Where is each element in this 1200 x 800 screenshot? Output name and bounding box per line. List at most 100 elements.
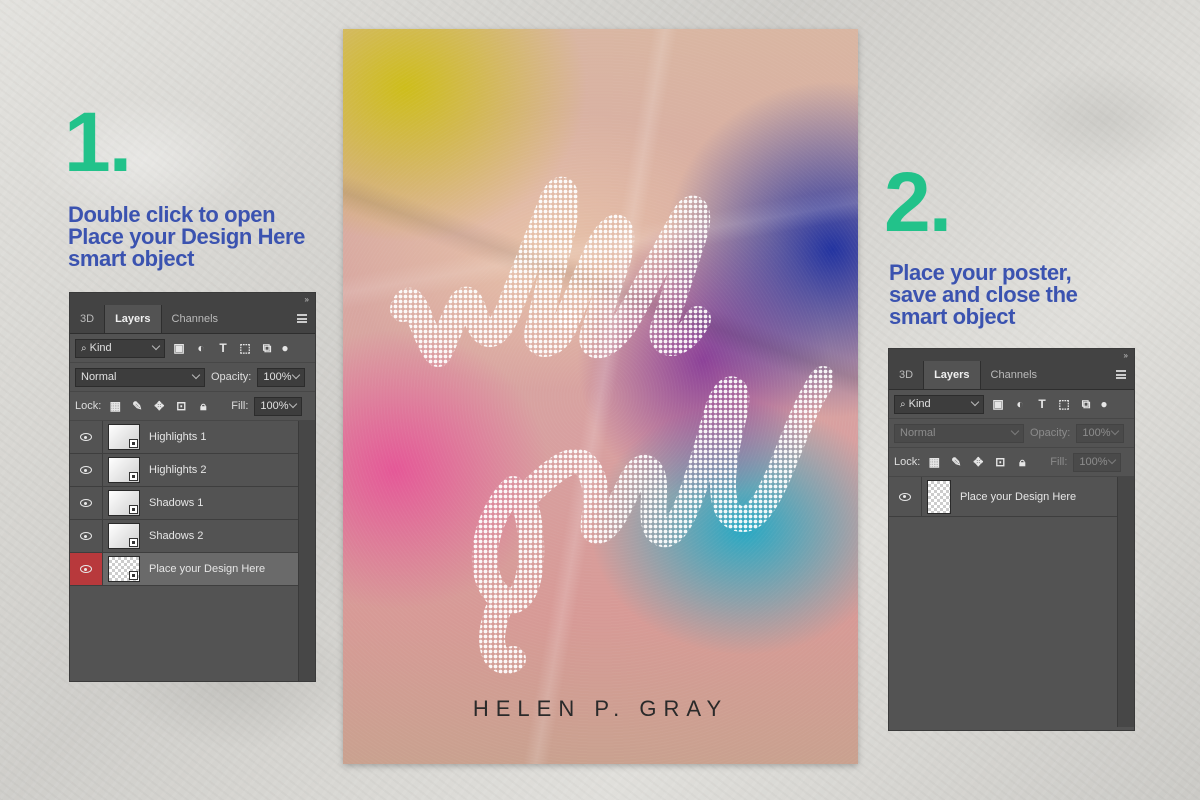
step-2-instructions: Place your poster, save and close the sm… (889, 260, 1078, 329)
lock-row: Lock: ▦ ✎ ✥ ⊡ 🔒︎ Fill: 100% (889, 448, 1134, 477)
lock-all-icon[interactable]: 🔒︎ (195, 398, 211, 414)
eye-icon (80, 532, 92, 540)
chevron-down-icon (1010, 426, 1020, 435)
eye-icon (80, 565, 92, 573)
blend-mode-select[interactable]: Normal (75, 367, 205, 387)
fill-value: 100% (260, 400, 289, 412)
smart-object-filter-icon[interactable]: ⧉ (1078, 396, 1094, 412)
lock-label: Lock: (894, 456, 921, 468)
lock-artboard-icon[interactable]: ⊡ (173, 398, 189, 414)
layer-row-selected[interactable]: Place your Design Here (70, 553, 298, 586)
layer-row[interactable]: Highlights 2 (70, 454, 298, 487)
lock-transparent-icon[interactable]: ▦ (107, 398, 123, 414)
filter-toggle-icon[interactable]: ● (1100, 396, 1108, 412)
fill-input[interactable]: 100% (1073, 452, 1122, 472)
shape-filter-icon[interactable]: ⬚ (1056, 396, 1072, 412)
layer-thumbnail (108, 424, 140, 450)
fill-value: 100% (1079, 456, 1108, 468)
layer-row[interactable]: Shadows 1 (70, 487, 298, 520)
layer-name: Highlights 2 (149, 464, 207, 476)
layer-row[interactable]: Shadows 2 (70, 520, 298, 553)
lock-transparent-icon[interactable]: ▦ (926, 454, 942, 470)
lock-move-icon[interactable]: ✥ (151, 398, 167, 414)
panel-collapse-bar[interactable]: » (70, 293, 315, 305)
layer-thumbnail (108, 523, 140, 549)
layer-thumbnail (108, 457, 140, 483)
tab-layers[interactable]: Layers (923, 361, 981, 389)
chevron-down-icon (1111, 426, 1120, 435)
visibility-toggle[interactable] (70, 421, 103, 453)
collapse-icon[interactable]: » (1124, 351, 1128, 360)
smart-object-filter-icon[interactable]: ⧉ (259, 340, 275, 356)
layers-scrollbar[interactable] (1117, 477, 1134, 727)
layer-thumbnail (927, 479, 951, 514)
filter-row: ⌕ Kind ▣ ◐ T ⬚ ⧉ ● (889, 390, 1134, 419)
fill-label: Fill: (231, 400, 249, 412)
i-dot (558, 309, 578, 329)
layers-list: Place your Design Here (889, 477, 1134, 727)
filter-kind-value: Kind (908, 398, 931, 410)
fill-label: Fill: (1050, 456, 1068, 468)
step-2-line: Place your poster, (889, 260, 1072, 285)
panel-menu-icon[interactable] (297, 314, 307, 323)
layers-scrollbar[interactable] (298, 421, 315, 681)
opacity-value: 100% (1082, 427, 1111, 439)
filter-kind-value: Kind (89, 342, 112, 354)
blend-mode-select[interactable]: Normal (894, 423, 1024, 443)
tab-3d[interactable]: 3D (70, 305, 104, 333)
visibility-toggle[interactable] (889, 477, 922, 516)
chevron-down-icon (289, 399, 298, 408)
tab-3d[interactable]: 3D (889, 361, 923, 389)
layer-name: Shadows 1 (149, 497, 204, 509)
visibility-toggle[interactable] (70, 454, 103, 486)
step-2-line: smart object (889, 304, 1016, 329)
panel-menu-icon[interactable] (1116, 370, 1126, 379)
layer-row[interactable]: Place your Design Here (889, 477, 1117, 517)
lock-artboard-icon[interactable]: ⊡ (992, 454, 1008, 470)
filter-row: ⌕ Kind ▣ ◐ T ⬚ ⧉ ● (70, 334, 315, 363)
tab-layers[interactable]: Layers (104, 305, 162, 333)
lock-brush-icon[interactable]: ✎ (129, 398, 145, 414)
poster-author: HELEN P. GRAY (472, 696, 729, 721)
filter-toggle-icon[interactable]: ● (281, 340, 289, 356)
visibility-toggle[interactable] (70, 487, 103, 519)
blend-row: Normal Opacity: 100% (889, 419, 1134, 448)
eye-icon (80, 499, 92, 507)
filter-kind-select[interactable]: ⌕ Kind (75, 338, 165, 358)
tab-channels[interactable]: Channels (981, 361, 1047, 389)
lock-move-icon[interactable]: ✥ (970, 454, 986, 470)
opacity-input[interactable]: 100% (257, 367, 306, 387)
fill-input[interactable]: 100% (254, 396, 303, 416)
search-icon: ⌕ (900, 398, 906, 410)
layers-panel-left: » 3D Layers Channels ⌕ Kind ▣ ◐ T ⬚ ⧉ ● … (69, 292, 316, 682)
chevron-down-icon (292, 370, 301, 379)
step-2-number: 2. (884, 155, 952, 249)
opacity-input[interactable]: 100% (1076, 423, 1125, 443)
pixel-filter-icon[interactable]: ▣ (171, 340, 187, 356)
eye-icon (899, 492, 911, 501)
visibility-toggle[interactable] (70, 520, 103, 552)
type-filter-icon[interactable]: T (215, 340, 231, 356)
panel-collapse-bar[interactable]: » (889, 349, 1134, 361)
smart-object-badge-icon (129, 571, 138, 580)
eye-icon (80, 433, 92, 441)
lock-label: Lock: (75, 400, 102, 412)
collapse-icon[interactable]: » (305, 295, 309, 304)
filter-kind-select[interactable]: ⌕ Kind (894, 394, 984, 414)
blend-row: Normal Opacity: 100% (70, 363, 315, 392)
tab-channels[interactable]: Channels (162, 305, 228, 333)
step-1-line: smart object (68, 246, 195, 271)
adjustment-filter-icon[interactable]: ◐ (193, 340, 209, 356)
adjustment-filter-icon[interactable]: ◐ (1012, 396, 1028, 412)
visibility-toggle[interactable] (70, 553, 103, 585)
lock-all-icon[interactable]: 🔒︎ (1014, 454, 1030, 470)
pixel-filter-icon[interactable]: ▣ (990, 396, 1006, 412)
panel-tabs: 3D Layers Channels (70, 305, 315, 334)
layer-name: Place your Design Here (960, 490, 1077, 503)
lock-brush-icon[interactable]: ✎ (948, 454, 964, 470)
smart-object-badge-icon (129, 538, 138, 547)
layer-row[interactable]: Highlights 1 (70, 421, 298, 454)
type-filter-icon[interactable]: T (1034, 396, 1050, 412)
search-icon: ⌕ (81, 342, 87, 354)
shape-filter-icon[interactable]: ⬚ (237, 340, 253, 356)
